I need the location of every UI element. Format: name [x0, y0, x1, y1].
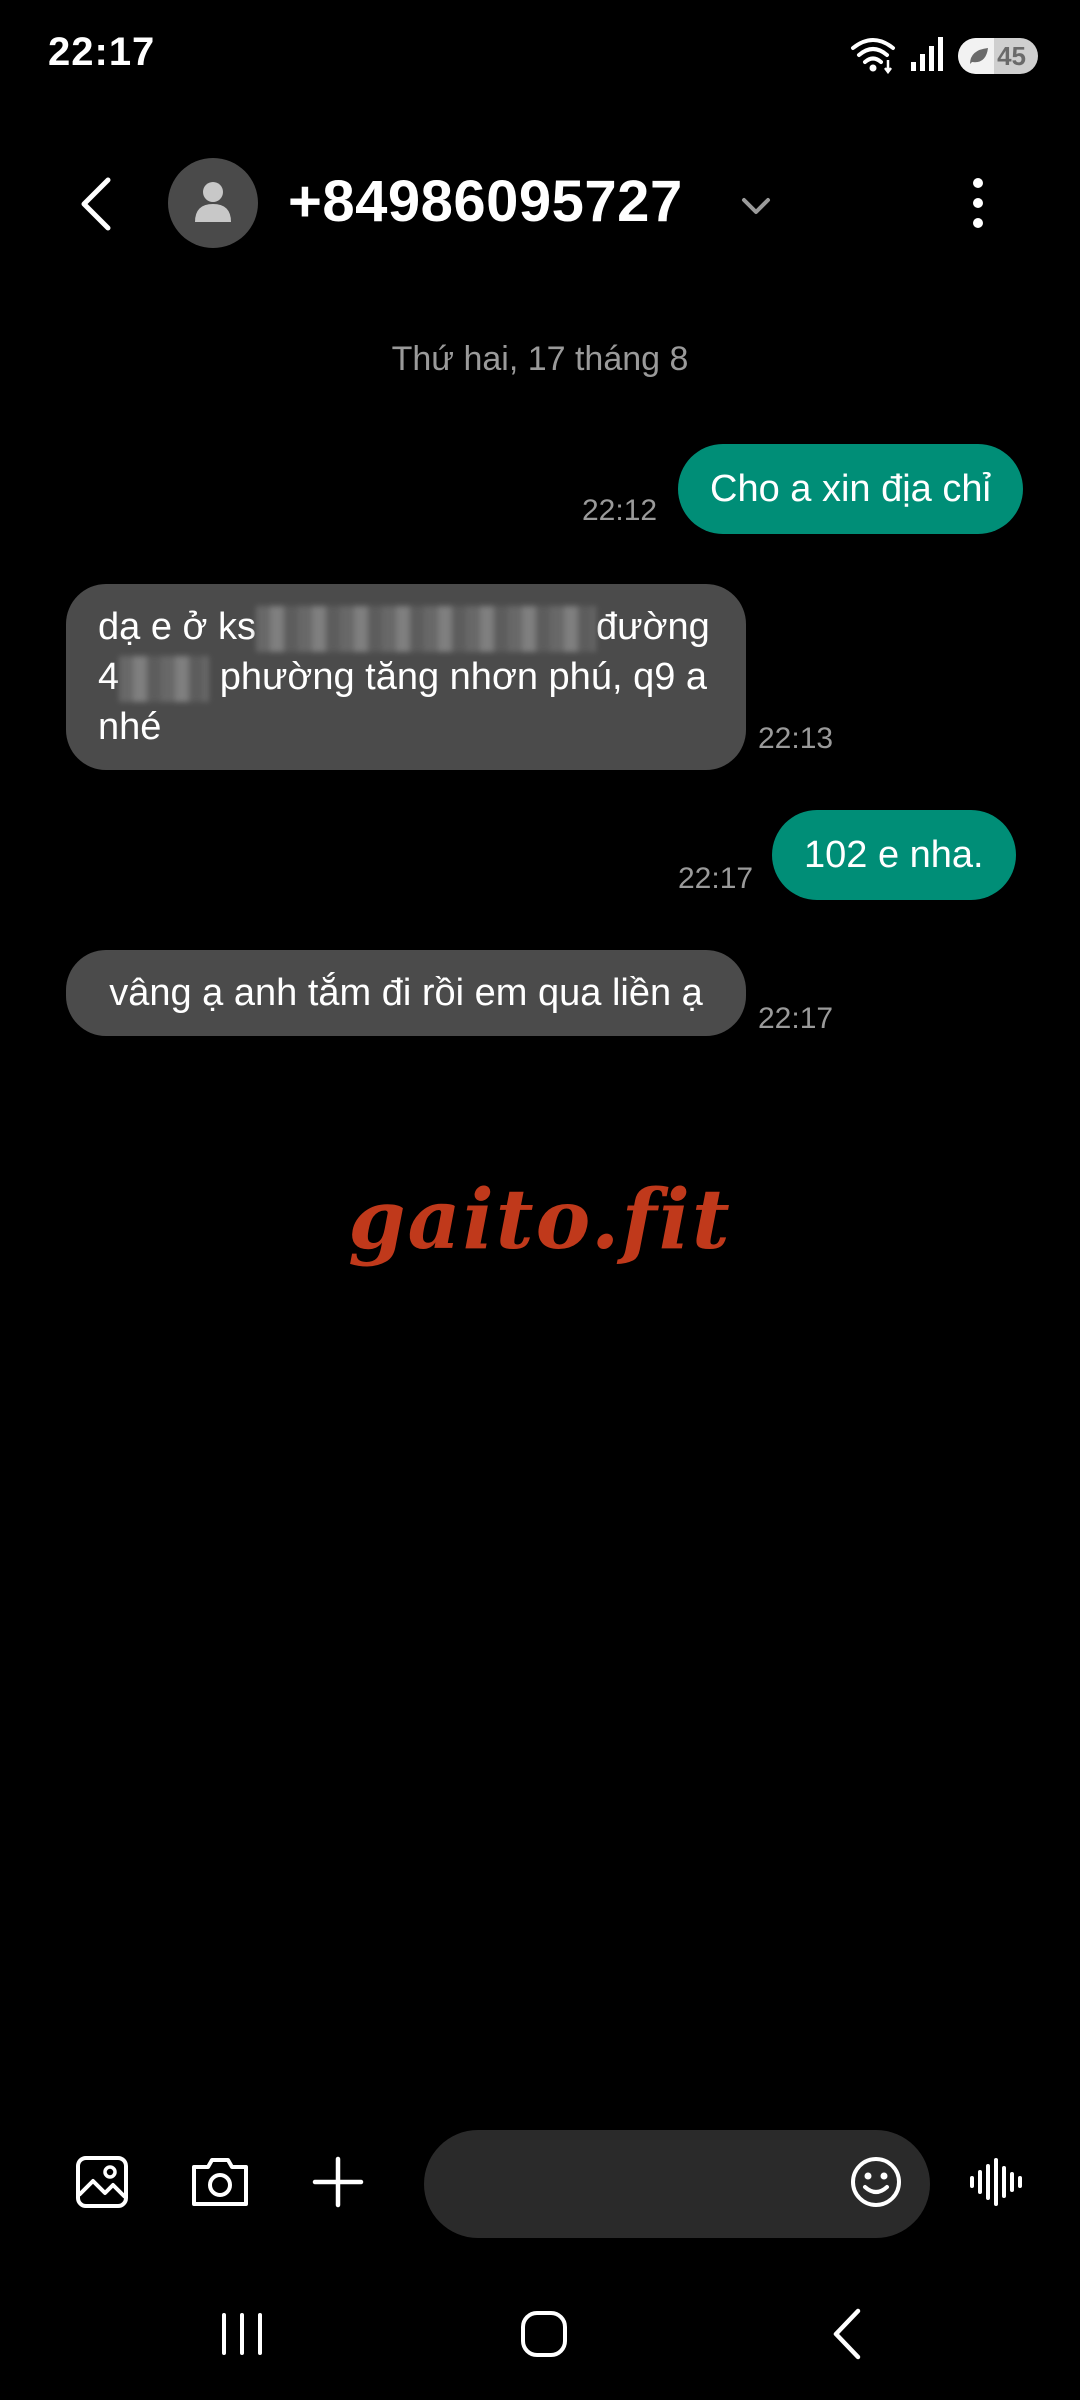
battery-icon: 45 — [958, 38, 1038, 74]
status-time: 22:17 — [48, 30, 156, 74]
voice-icon — [968, 2155, 1028, 2214]
navigation-bar — [0, 2290, 1080, 2380]
system-back-button[interactable] — [808, 2304, 888, 2368]
home-button[interactable] — [504, 2304, 584, 2368]
chevron-down-icon — [736, 198, 776, 230]
back-icon — [828, 2307, 868, 2366]
status-icons: 45 — [850, 34, 1038, 78]
home-icon — [520, 2310, 568, 2363]
camera-icon — [190, 2155, 250, 2214]
watermark: gaito.fit — [348, 1172, 732, 1268]
more-vertical-icon — [971, 177, 985, 234]
message-time: 22:17 — [758, 1002, 834, 1035]
message-line: nhé — [98, 706, 162, 748]
message-input-container[interactable] — [424, 2130, 930, 2238]
message-time: 22:13 — [758, 722, 834, 755]
message-bubble-sent[interactable]: 102 e nha. — [772, 810, 1016, 900]
message-composer — [0, 2120, 1080, 2250]
add-attachment-button[interactable] — [304, 2150, 372, 2218]
power-saving-leaf-icon — [968, 46, 990, 71]
message-time: 22:12 — [582, 494, 658, 527]
camera-button[interactable] — [186, 2150, 254, 2218]
recent-apps-icon — [218, 2311, 266, 2362]
contact-name[interactable]: +84986095727 — [288, 168, 683, 235]
message-line: dạ e ở ks đường — [98, 602, 714, 652]
battery-level: 45 — [997, 40, 1026, 71]
avatar[interactable] — [168, 158, 258, 248]
plus-icon — [311, 2155, 365, 2214]
back-button[interactable] — [66, 174, 126, 238]
more-options-button[interactable] — [948, 170, 1008, 240]
redacted-text — [119, 655, 210, 702]
message-line: 4 phường tăng nhơn phú, q9 a — [98, 652, 714, 702]
date-separator: Thứ hai, 17 tháng 8 — [391, 340, 689, 378]
wifi-icon — [850, 34, 896, 79]
message-bubble-received[interactable]: vâng ạ anh tắm đi rồi em qua liền ạ — [66, 950, 746, 1036]
gallery-button[interactable] — [68, 2150, 136, 2218]
voice-record-button[interactable] — [964, 2150, 1032, 2218]
message-time: 22:17 — [678, 862, 754, 895]
message-bubble-received[interactable]: dạ e ở ks đường 4 phường tăng nhơn phú, q… — [66, 584, 746, 770]
status-bar: 22:17 45 — [0, 0, 1080, 110]
back-arrow-icon — [76, 174, 116, 239]
avatar-person-icon — [193, 178, 233, 229]
gallery-icon — [75, 2155, 129, 2214]
recent-apps-button[interactable] — [202, 2304, 282, 2368]
message-bubble-sent[interactable]: Cho a xin địa chỉ — [678, 444, 1023, 534]
emoji-button[interactable] — [844, 2152, 908, 2216]
emoji-icon — [849, 2155, 903, 2214]
conversation-header: +84986095727 — [0, 140, 1080, 270]
signal-icon — [910, 36, 944, 77]
redacted-text — [256, 605, 596, 652]
message-input[interactable] — [460, 2150, 824, 2220]
contact-details-toggle[interactable] — [736, 186, 776, 226]
